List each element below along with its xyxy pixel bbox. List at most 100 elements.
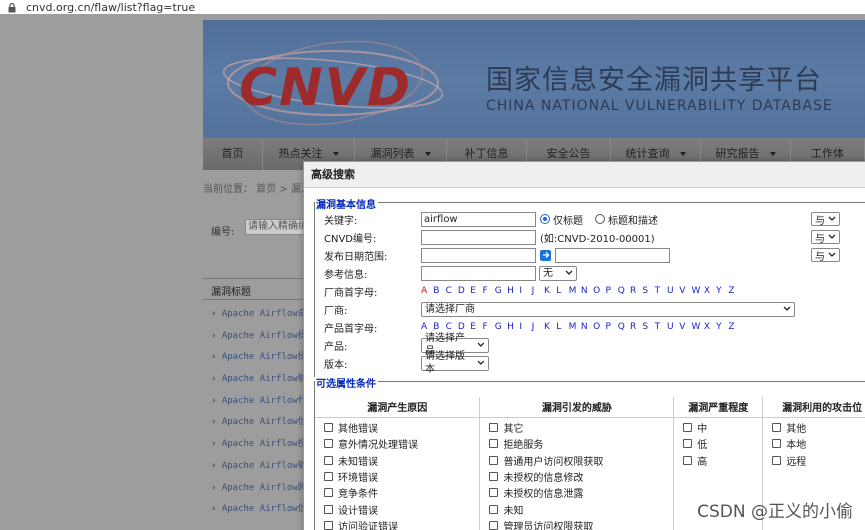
- checkbox-icon[interactable]: [683, 439, 693, 449]
- product-letter-link[interactable]: J: [532, 322, 544, 332]
- checkbox-option[interactable]: 访问验证错误: [324, 517, 479, 530]
- checkbox-option[interactable]: 环境错误: [324, 468, 479, 484]
- checkbox-option[interactable]: 本地: [772, 436, 865, 452]
- address-bar[interactable]: cnvd.org.cn/flaw/list?flag=true: [0, 0, 865, 14]
- product-letter-link[interactable]: N: [581, 322, 593, 332]
- checkbox-icon[interactable]: [489, 520, 499, 530]
- vendor-letter-link[interactable]: M: [569, 286, 581, 296]
- checkbox-option[interactable]: 远程: [772, 452, 865, 468]
- product-letter-link[interactable]: S: [642, 322, 654, 332]
- product-letter-link[interactable]: C: [446, 322, 458, 332]
- checkbox-icon[interactable]: [324, 520, 333, 530]
- reference-input[interactable]: [421, 265, 536, 281]
- vendor-letter-link[interactable]: K: [544, 286, 556, 296]
- product-letter-link[interactable]: Q: [618, 322, 630, 332]
- checkbox-option[interactable]: 设计错误: [324, 501, 479, 517]
- checkbox-icon[interactable]: [683, 455, 693, 465]
- vendor-letter-link[interactable]: P: [605, 286, 617, 296]
- product-letter-link[interactable]: K: [544, 322, 556, 332]
- checkbox-icon[interactable]: [324, 423, 333, 433]
- product-letter-link[interactable]: Y: [716, 322, 728, 332]
- product-letter-link[interactable]: B: [433, 322, 445, 332]
- checkbox-option[interactable]: 未知: [489, 501, 673, 517]
- vendor-letter-link[interactable]: G: [495, 286, 507, 296]
- vendor-letter-link[interactable]: X: [704, 286, 716, 296]
- product-letter-link[interactable]: V: [679, 322, 691, 332]
- vendor-letter-link[interactable]: O: [593, 286, 605, 296]
- vendor-letter-link[interactable]: S: [642, 286, 654, 296]
- checkbox-icon[interactable]: [489, 488, 499, 498]
- product-letter-link[interactable]: P: [605, 322, 617, 332]
- vendor-letter-link[interactable]: A: [421, 286, 433, 296]
- checkbox-icon[interactable]: [683, 423, 693, 433]
- vendor-letter-link[interactable]: Z: [728, 286, 740, 296]
- product-letter-link[interactable]: W: [692, 322, 704, 332]
- vendor-letter-link[interactable]: I: [519, 286, 531, 296]
- date-logic-select[interactable]: 与: [811, 248, 840, 263]
- cnvd-logic-select[interactable]: 与: [811, 230, 840, 245]
- product-letter-link[interactable]: F: [482, 322, 494, 332]
- product-letter-link[interactable]: A: [421, 322, 433, 332]
- checkbox-icon[interactable]: [324, 472, 333, 482]
- vendor-letter-link[interactable]: H: [507, 286, 519, 296]
- product-letter-link[interactable]: M: [569, 322, 581, 332]
- vendor-letter-link[interactable]: E: [470, 286, 482, 296]
- product-letter-link[interactable]: L: [556, 322, 568, 332]
- nav-item[interactable]: 首页: [203, 138, 263, 170]
- checkbox-option[interactable]: 意外情况处理错误: [324, 436, 479, 452]
- radio-title-only[interactable]: 仅标题: [540, 212, 583, 227]
- checkbox-option[interactable]: 管理员访问权限获取: [489, 517, 673, 530]
- vendor-select[interactable]: 请选择厂商: [421, 301, 795, 317]
- checkbox-icon[interactable]: [772, 455, 782, 465]
- vendor-letter-link[interactable]: C: [446, 286, 458, 296]
- vendor-letter-link[interactable]: T: [655, 286, 667, 296]
- checkbox-option[interactable]: 普通用户访问权限获取: [489, 452, 673, 468]
- checkbox-icon[interactable]: [324, 488, 333, 498]
- vendor-letter-link[interactable]: B: [433, 286, 445, 296]
- checkbox-icon[interactable]: [489, 439, 499, 449]
- vendor-letter-link[interactable]: R: [630, 286, 642, 296]
- checkbox-option[interactable]: 拒绝服务: [489, 436, 673, 452]
- checkbox-option[interactable]: 低: [683, 436, 762, 452]
- checkbox-icon[interactable]: [772, 423, 782, 433]
- vendor-letter-link[interactable]: F: [482, 286, 494, 296]
- product-letter-link[interactable]: D: [458, 322, 470, 332]
- version-select[interactable]: 请选择版本: [421, 351, 489, 375]
- vendor-letter-link[interactable]: L: [556, 286, 568, 296]
- cnvd-id-input[interactable]: [421, 229, 536, 245]
- vendor-letter-link[interactable]: D: [458, 286, 470, 296]
- product-letter-link[interactable]: O: [593, 322, 605, 332]
- product-letter-link[interactable]: T: [655, 322, 667, 332]
- vendor-letter-link[interactable]: U: [667, 286, 679, 296]
- checkbox-icon[interactable]: [324, 455, 333, 465]
- checkbox-icon[interactable]: [489, 472, 499, 482]
- checkbox-icon[interactable]: [324, 439, 333, 449]
- date-start-input[interactable]: [421, 247, 536, 263]
- checkbox-option[interactable]: 其他错误: [324, 420, 479, 436]
- reference-select[interactable]: 无: [539, 265, 577, 281]
- product-letter-link[interactable]: G: [495, 322, 507, 332]
- checkbox-icon[interactable]: [489, 455, 499, 465]
- radio-title-and-desc[interactable]: 标题和描述: [595, 212, 658, 227]
- product-letter-link[interactable]: X: [704, 322, 716, 332]
- checkbox-option[interactable]: 竞争条件: [324, 485, 479, 501]
- product-letter-link[interactable]: E: [470, 322, 482, 332]
- checkbox-option[interactable]: 其他: [772, 420, 865, 436]
- checkbox-option[interactable]: 未授权的信息修改: [489, 468, 673, 484]
- vendor-letter-link[interactable]: J: [532, 286, 544, 296]
- checkbox-option[interactable]: 未知错误: [324, 452, 479, 468]
- vendor-letter-link[interactable]: Q: [618, 286, 630, 296]
- checkbox-option[interactable]: 其它: [489, 420, 673, 436]
- checkbox-option[interactable]: 未授权的信息泄露: [489, 485, 673, 501]
- checkbox-icon[interactable]: [489, 504, 499, 514]
- product-letter-link[interactable]: R: [630, 322, 642, 332]
- vendor-letter-link[interactable]: N: [581, 286, 593, 296]
- checkbox-option[interactable]: 中: [683, 420, 762, 436]
- checkbox-icon[interactable]: [772, 439, 782, 449]
- checkbox-option[interactable]: 高: [683, 452, 762, 468]
- product-letter-link[interactable]: U: [667, 322, 679, 332]
- vendor-letter-link[interactable]: Y: [716, 286, 728, 296]
- checkbox-icon[interactable]: [489, 423, 499, 433]
- date-end-input[interactable]: [555, 247, 670, 263]
- product-letter-link[interactable]: H: [507, 322, 519, 332]
